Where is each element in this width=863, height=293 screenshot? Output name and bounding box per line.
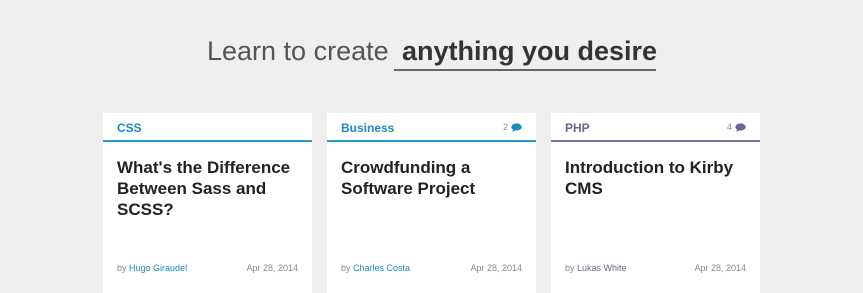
comment-count: 2 — [502, 122, 508, 132]
article-title[interactable]: Crowdfunding a Software Project — [341, 157, 523, 199]
author-link[interactable]: Lukas White — [577, 263, 627, 273]
card-header: PHP 4 — [551, 113, 760, 142]
comment-count-link[interactable]: 2 — [503, 122, 522, 132]
comment-bubble-icon — [511, 122, 522, 132]
category-link[interactable]: CSS — [117, 121, 142, 135]
article-date: Apr 28, 2014 — [694, 263, 746, 273]
card-header: Business 2 — [327, 113, 536, 142]
article-date: Apr 28, 2014 — [470, 263, 522, 273]
article-meta: by Charles Costa Apr 28, 2014 — [341, 263, 522, 273]
topic-selector-value: anything you desire — [402, 36, 658, 66]
comment-count-link[interactable]: 4 — [727, 122, 746, 132]
topic-selector[interactable]: anything you desire — [394, 36, 658, 71]
comment-count: 4 — [726, 122, 732, 132]
by-label: by — [341, 263, 351, 273]
author-link[interactable]: Hugo Giraudel — [129, 263, 187, 273]
hero-heading: Learn to create anything you desire — [0, 0, 863, 90]
card-header: CSS — [103, 113, 312, 142]
comment-bubble-icon — [735, 122, 746, 132]
article-date: Apr 28, 2014 — [246, 263, 298, 273]
by-label: by — [565, 263, 575, 273]
article-card[interactable]: CSS What's the Difference Between Sass a… — [103, 113, 312, 293]
hero-prefix: Learn to create — [207, 36, 389, 66]
category-link[interactable]: PHP — [565, 121, 590, 135]
category-link[interactable]: Business — [341, 121, 394, 135]
article-title[interactable]: What's the Difference Between Sass and S… — [117, 157, 299, 220]
article-meta: by Lukas White Apr 28, 2014 — [565, 263, 746, 273]
article-card[interactable]: PHP 4 Introduction to Kirby CMS by Lukas… — [551, 113, 760, 293]
article-card[interactable]: Business 2 Crowdfunding a Software Proje… — [327, 113, 536, 293]
by-label: by — [117, 263, 127, 273]
article-title[interactable]: Introduction to Kirby CMS — [565, 157, 747, 199]
article-meta: by Hugo Giraudel Apr 28, 2014 — [117, 263, 298, 273]
author-link[interactable]: Charles Costa — [353, 263, 410, 273]
